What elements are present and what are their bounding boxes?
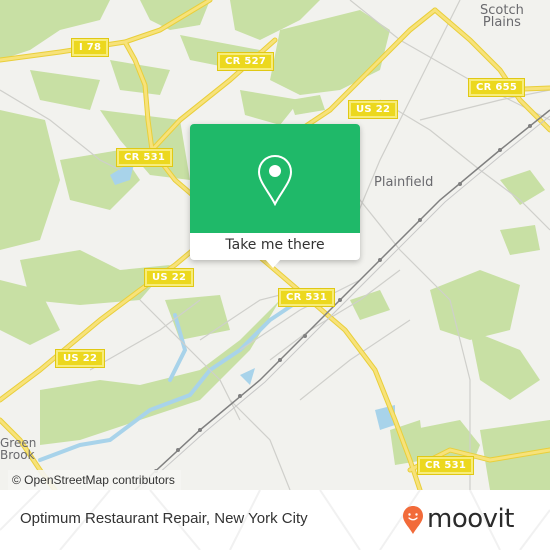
footer-bar: Optimum Restaurant Repair, New York City…: [0, 490, 550, 550]
place-label-line: Plainfield: [374, 175, 434, 190]
moovit-logo[interactable]: moovit: [402, 504, 514, 536]
road-shield-cr527: CR 527: [216, 52, 275, 71]
moovit-pin-icon: [403, 506, 423, 534]
map-pin-icon: [257, 154, 293, 206]
popup-header[interactable]: [190, 124, 360, 233]
moovit-wordmark: moovit: [427, 504, 514, 534]
road-shield-us22-west: US 22: [54, 349, 106, 368]
map-view[interactable]: I 78 CR 527 CR 655 US 22 CR 531 US 22 US…: [0, 0, 550, 490]
place-label-line: Brook: [0, 448, 35, 462]
place-label-green-brook: Green Brook: [0, 437, 36, 461]
place-label-line: Plains: [482, 15, 521, 30]
place-label-plainfield: Plainfield: [374, 175, 434, 190]
road-shield-i78: I 78: [70, 38, 110, 57]
popup-pointer: [264, 258, 282, 268]
road-shield-us22-north: US 22: [347, 100, 399, 119]
place-label-scotch-plains: Scotch Plains: [480, 4, 524, 30]
road-shield-cr655: CR 655: [467, 78, 526, 97]
road-shield-us22-mid: US 22: [143, 268, 195, 287]
road-shield-cr531-center: CR 531: [277, 288, 336, 307]
take-me-there-button[interactable]: Take me there: [190, 233, 360, 260]
map-attribution[interactable]: © OpenStreetMap contributors: [8, 470, 181, 490]
road-shield-cr531-south: CR 531: [416, 456, 475, 475]
location-title: Optimum Restaurant Repair, New York City: [20, 510, 308, 527]
location-popup: Take me there: [190, 124, 360, 268]
road-shield-cr531-north: CR 531: [115, 148, 174, 167]
